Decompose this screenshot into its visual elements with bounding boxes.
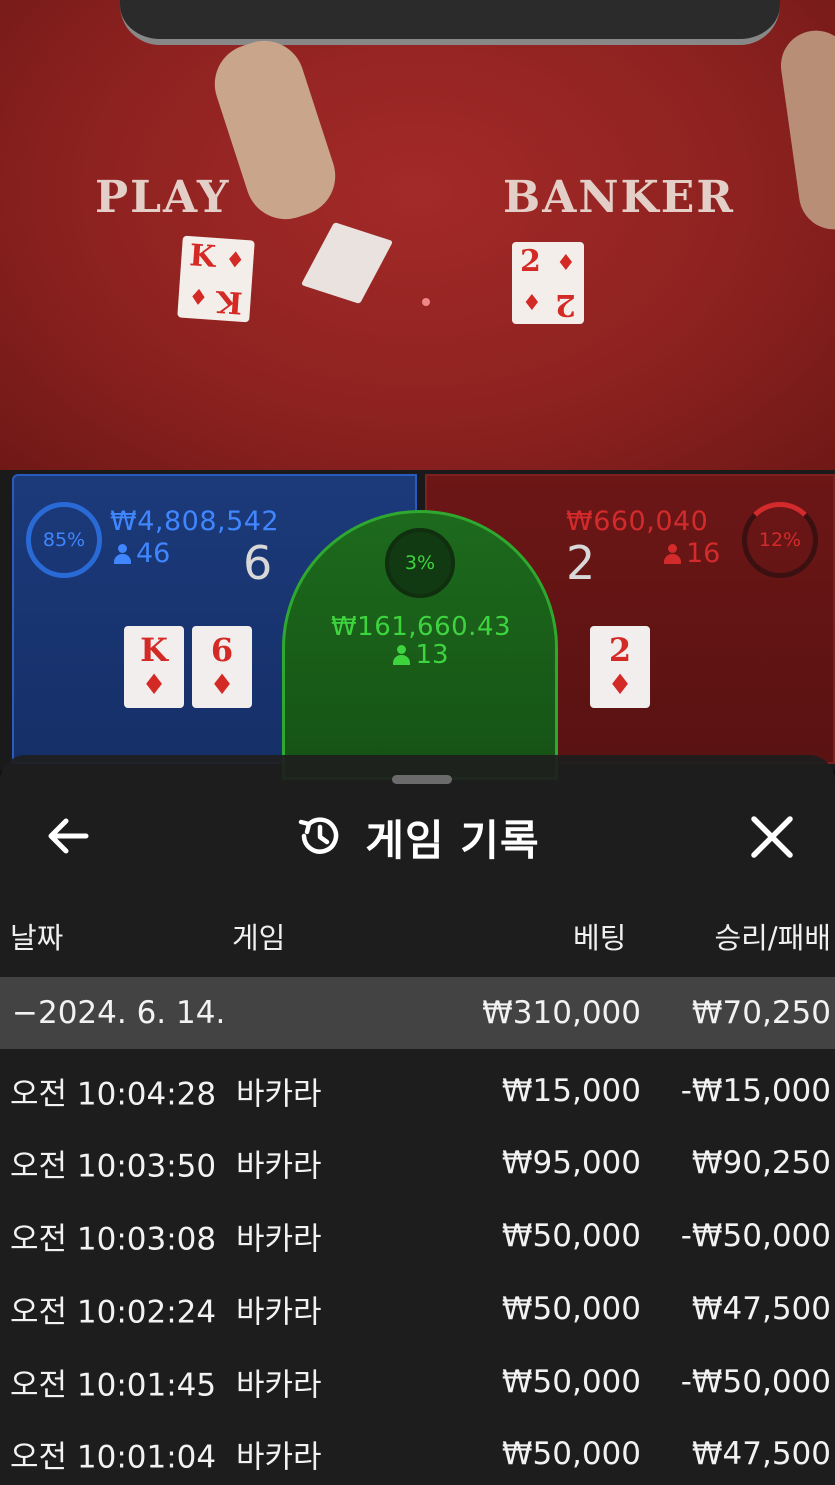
row-bet: ₩15,000 [501,1073,641,1109]
game-history-sheet: 게임 기록 날짜 게임 베팅 승리/패배 −2024. 6. 14. ₩310,… [0,755,835,1485]
column-header-game: 게임 [232,921,286,955]
row-bet: ₩50,000 [501,1291,641,1327]
summary-date: −2024. 6. 14. [12,995,226,1031]
row-game: 바카라 [236,1294,322,1331]
summary-result: ₩70,250 [691,995,831,1031]
history-row[interactable]: 오전 10:03:08 바카라 ₩50,000 -₩50,000 [0,1200,835,1272]
player-score: 6 [243,536,273,590]
person-icon [664,544,681,564]
row-time: 오전 10:02:24 [10,1294,217,1331]
sheet-header: 게임 기록 [0,807,835,868]
card-rank: 2 [608,631,632,669]
banker-count-value: 16 [686,538,721,569]
card-suit: ♦ [141,668,167,701]
row-result: ₩47,500 [691,1291,831,1327]
felt-player-label: PLAY [95,172,231,223]
card-rank: K [215,283,244,320]
card-rank: 2 [555,287,576,322]
row-result: -₩50,000 [680,1218,831,1254]
card-suit: ♦ [556,250,576,276]
person-icon [393,645,411,665]
banker-score: 2 [566,536,596,590]
column-header-bet: 베팅 [573,921,627,955]
card-rank: 2 [520,244,541,279]
close-icon [751,816,793,858]
banker-bettor-count: 16 [664,538,720,569]
row-time: 오전 10:01:04 [10,1439,217,1476]
table-rail [120,0,780,45]
row-result: -₩50,000 [680,1364,831,1400]
table-marker [422,298,430,306]
row-result: ₩47,500 [691,1436,831,1472]
row-game: 바카라 [236,1221,322,1258]
date-summary-row[interactable]: −2024. 6. 14. ₩310,000 ₩70,250 [0,977,835,1049]
row-game: 바카라 [236,1076,322,1113]
history-row[interactable]: 오전 10:01:45 바카라 ₩50,000 -₩50,000 [0,1346,835,1418]
tie-count-value: 13 [415,640,449,670]
row-bet: ₩50,000 [501,1436,641,1472]
card-suit: ♦ [187,284,210,312]
close-button[interactable] [742,807,802,867]
banker-percent-ring: 12% [742,502,818,578]
row-bet: ₩50,000 [501,1364,641,1400]
history-row[interactable]: 오전 10:02:24 바카라 ₩50,000 ₩47,500 [0,1273,835,1345]
banker-card-1: 2 ♦ [590,626,650,708]
card-suit: ♦ [224,246,246,274]
column-header-date: 날짜 [10,921,64,955]
card-suit: ♦ [607,668,633,701]
row-bet: ₩50,000 [501,1218,641,1254]
player-percent: 85% [42,529,86,551]
card-rank: K [188,238,217,275]
row-time: 오전 10:01:45 [10,1367,217,1404]
history-icon [295,812,343,864]
tie-bet-amount: ₩161,660.43 [330,612,512,642]
row-game: 바카라 [236,1148,322,1185]
row-time: 오전 10:03:50 [10,1148,217,1185]
row-time: 오전 10:04:28 [10,1076,217,1113]
tie-percent-ring: 3% [385,528,455,598]
player-count-value: 46 [136,538,171,569]
row-time: 오전 10:03:08 [10,1221,217,1258]
betting-panel: 85% ₩4,808,542 46 6 K ♦ 6 ♦ 3% ₩161,660.… [0,470,835,780]
sheet-drag-handle[interactable] [392,775,452,784]
row-result: ₩90,250 [691,1145,831,1181]
history-row[interactable]: 오전 10:01:04 바카라 ₩50,000 ₩47,500 [0,1418,835,1485]
table-card-player: K ♦ ♦ K [177,235,255,323]
felt-banker-label: BANKER [503,172,735,223]
live-video: PLAY BANKER K ♦ ♦ K 2 ♦ ♦ 2 [0,0,835,480]
table-card-banker: 2 ♦ ♦ 2 [512,242,584,324]
row-bet: ₩95,000 [501,1145,641,1181]
row-game: 바카라 [236,1439,322,1476]
player-bet-amount: ₩4,808,542 [110,506,280,537]
history-row[interactable]: 오전 10:03:50 바카라 ₩95,000 ₩90,250 [0,1127,835,1199]
card-suit: ♦ [522,290,542,316]
banker-bet-amount: ₩660,040 [566,506,709,537]
row-game: 바카라 [236,1367,322,1404]
card-suit: ♦ [209,668,235,701]
table-card-being-dealt [300,222,394,304]
tie-bettor-count: 13 [0,640,835,670]
history-row[interactable]: 오전 10:04:28 바카라 ₩15,000 -₩15,000 [0,1055,835,1127]
tie-percent: 3% [404,552,436,574]
sheet-title: 게임 기록 [365,816,540,865]
banker-percent: 12% [758,529,802,551]
person-icon [114,544,131,564]
player-bettor-count: 46 [114,538,170,569]
row-result: -₩15,000 [680,1073,831,1109]
summary-bet: ₩310,000 [482,995,641,1031]
dealer-arm-right [776,26,835,234]
column-header-result: 승리/패배 [714,921,832,955]
player-percent-ring: 85% [26,502,102,578]
